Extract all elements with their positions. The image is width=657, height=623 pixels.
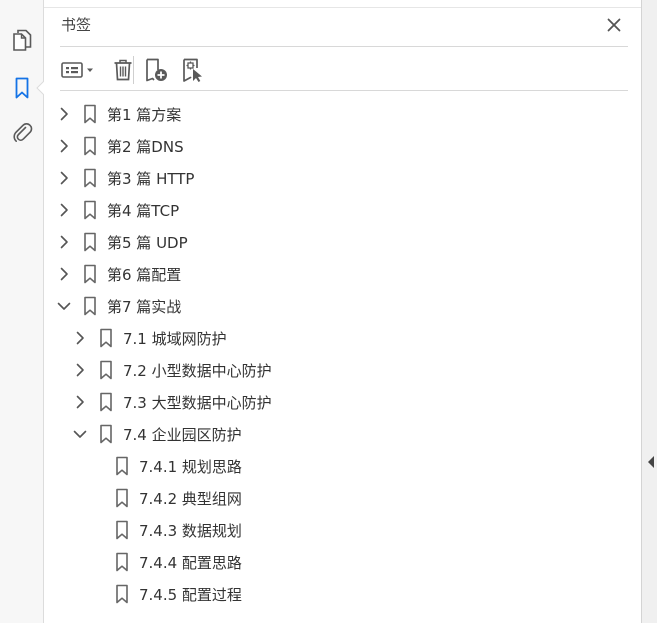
bookmark-icon (98, 424, 114, 444)
bookmark-label: 7.4.1 规划思路 (139, 457, 242, 476)
bookmark-label: 第7 篇实战 (107, 297, 182, 316)
bookmark-item[interactable]: 第7 篇实战 (56, 290, 181, 322)
bookmark-icon (114, 488, 130, 508)
bookmarks-panel: 书签 第1 篇方案 第2 篇DNS 第3 篇 HTTP 第4 篇TCP 第5 篇… (44, 0, 641, 623)
close-panel-button[interactable] (603, 14, 625, 36)
bookmark-label: 7.4.5 配置过程 (139, 585, 242, 604)
bookmark-icon (114, 584, 130, 604)
new-bookmark-from-structure-icon (183, 58, 202, 82)
options-menu-icon (61, 62, 93, 78)
bookmark-item[interactable]: 第1 篇方案 (56, 98, 181, 130)
toolbar-bottom-divider (60, 90, 628, 91)
panel-title: 书签 (61, 16, 92, 34)
chevron-right-icon[interactable] (72, 394, 88, 410)
bookmark-item[interactable]: 7.2 小型数据中心防护 (72, 354, 272, 386)
bookmark-icon (98, 360, 114, 380)
bookmark-label: 第4 篇TCP (107, 201, 180, 220)
bookmark-label: 7.4.2 典型组网 (139, 489, 242, 508)
bookmark-icon (98, 392, 114, 412)
navigation-rail (0, 0, 46, 623)
bookmark-icon (114, 456, 130, 476)
options-menu-button[interactable] (60, 55, 96, 85)
bookmark-item[interactable]: 7.4.3 数据规划 (88, 514, 242, 546)
bookmark-item[interactable]: 第4 篇TCP (56, 194, 179, 226)
bookmark-icon (82, 168, 98, 188)
bookmark-label: 7.4.3 数据规划 (139, 521, 242, 540)
no-toggle-spacer (88, 522, 104, 538)
bookmark-icon (114, 520, 130, 540)
toolbar-divider (133, 56, 134, 84)
new-bookmark-from-structure-button[interactable] (180, 55, 206, 85)
bookmark-icon (82, 104, 98, 124)
bookmark-label: 第2 篇DNS (107, 137, 184, 156)
bookmark-icon (15, 77, 29, 99)
no-toggle-spacer (88, 458, 104, 474)
no-toggle-spacer (88, 586, 104, 602)
bookmark-label: 7.2 小型数据中心防护 (123, 361, 272, 380)
new-bookmark-button[interactable] (144, 55, 170, 85)
bookmark-item[interactable]: 7.4.4 配置思路 (88, 546, 242, 578)
expand-right-pane-icon[interactable] (647, 455, 655, 469)
bookmark-item[interactable]: 7.4 企业园区防护 (72, 418, 242, 450)
bookmark-item[interactable]: 第6 篇配置 (56, 258, 181, 290)
attachments-button[interactable] (8, 118, 36, 146)
page-thumbnails-button[interactable] (8, 26, 36, 54)
bookmark-icon (82, 136, 98, 156)
chevron-right-icon[interactable] (56, 234, 72, 250)
panel-top-border (44, 7, 641, 8)
bookmarks-button[interactable] (8, 74, 36, 102)
new-bookmark-icon (146, 58, 167, 82)
delete-bookmark-button[interactable] (111, 55, 135, 85)
chevron-down-icon[interactable] (72, 426, 88, 442)
bookmark-item[interactable]: 7.3 大型数据中心防护 (72, 386, 272, 418)
bookmark-icon (82, 296, 98, 316)
right-pane-edge (641, 0, 657, 623)
no-toggle-spacer (88, 554, 104, 570)
bookmark-icon (82, 232, 98, 252)
chevron-right-icon[interactable] (56, 138, 72, 154)
bookmark-item[interactable]: 7.4.5 配置过程 (88, 578, 242, 610)
bookmark-item[interactable]: 第5 篇 UDP (56, 226, 188, 258)
bookmark-item[interactable]: 7.4.1 规划思路 (88, 450, 242, 482)
chevron-down-icon[interactable] (56, 298, 72, 314)
chevron-right-icon[interactable] (56, 106, 72, 122)
chevron-right-icon[interactable] (72, 330, 88, 346)
bookmark-item[interactable]: 第2 篇DNS (56, 130, 184, 162)
close-icon (607, 18, 621, 32)
bookmark-label: 第6 篇配置 (107, 265, 182, 284)
bookmark-item[interactable]: 7.4.2 典型组网 (88, 482, 242, 514)
chevron-right-icon[interactable] (56, 202, 72, 218)
paperclip-icon (13, 123, 33, 142)
bookmark-item[interactable]: 第3 篇 HTTP (56, 162, 194, 194)
bookmarks-toolbar (58, 55, 618, 85)
chevron-right-icon[interactable] (56, 266, 72, 282)
bookmark-label: 7.4 企业园区防护 (123, 425, 242, 444)
chevron-right-icon[interactable] (56, 170, 72, 186)
chevron-right-icon[interactable] (72, 362, 88, 378)
bookmark-icon (114, 552, 130, 572)
trash-icon (114, 59, 132, 81)
page-thumbnails-icon (13, 29, 32, 51)
bookmark-icon (98, 328, 114, 348)
no-toggle-spacer (88, 490, 104, 506)
title-divider (60, 46, 628, 47)
bookmark-icon (82, 264, 98, 284)
bookmark-label: 第3 篇 HTTP (107, 169, 195, 188)
bookmark-label: 第1 篇方案 (107, 105, 182, 124)
bookmark-label: 7.3 大型数据中心防护 (123, 393, 272, 412)
bookmark-label: 7.1 城域网防护 (123, 329, 227, 348)
bookmark-icon (82, 200, 98, 220)
bookmark-item[interactable]: 7.1 城域网防护 (72, 322, 227, 354)
bookmark-label: 第5 篇 UDP (107, 233, 188, 252)
bookmark-label: 7.4.4 配置思路 (139, 553, 242, 572)
